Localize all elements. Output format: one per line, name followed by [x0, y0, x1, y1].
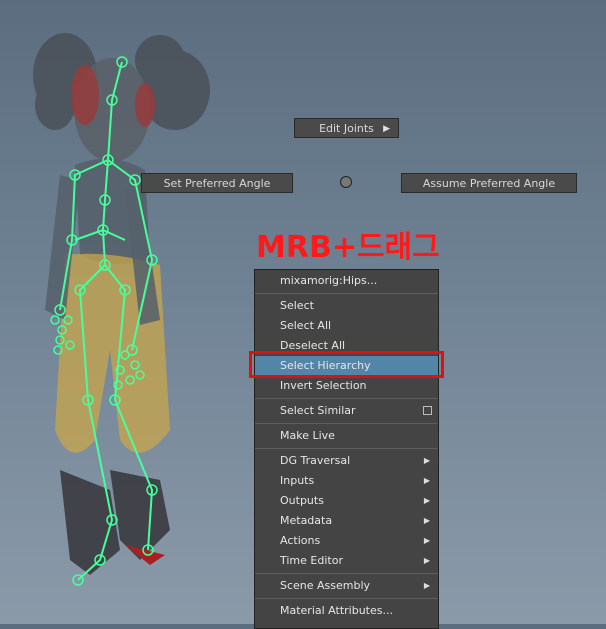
submenu-arrow-icon: ▶ [423, 581, 430, 590]
menu-item-scene-assembly[interactable]: Scene Assembly ▶ [255, 576, 438, 596]
menu-title[interactable]: mixamorig:Hips... [255, 271, 438, 291]
submenu-arrow-icon: ▶ [423, 496, 430, 505]
annotation-text: MRB+드래그 [256, 230, 440, 265]
menu-item-invert-selection[interactable]: Invert Selection [255, 376, 438, 396]
menu-item-time-editor[interactable]: Time Editor ▶ [255, 551, 438, 571]
menu-item-label: Outputs [280, 494, 324, 507]
submenu-arrow-icon: ▶ [383, 124, 390, 134]
divider [255, 398, 438, 399]
menu-item-label: Inputs [280, 474, 315, 487]
divider [255, 448, 438, 449]
assume-preferred-angle-label: Assume Preferred Angle [422, 177, 556, 190]
submenu-arrow-icon: ▶ [423, 476, 430, 485]
option-box-icon[interactable] [423, 406, 432, 415]
menu-item-actions[interactable]: Actions ▶ [255, 531, 438, 551]
menu-item-label: Scene Assembly [280, 579, 371, 592]
menu-item-label: Invert Selection [280, 379, 367, 392]
marking-menu-center-icon [340, 176, 352, 188]
menu-item-material-attributes[interactable]: Material Attributes... [255, 601, 438, 621]
menu-item-select-similar[interactable]: Select Similar [255, 401, 438, 421]
menu-title-label: mixamorig:Hips... [280, 274, 378, 287]
menu-item-label: Metadata [280, 514, 333, 527]
menu-item-label: DG Traversal [280, 454, 351, 467]
divider [255, 598, 438, 599]
menu-item-outputs[interactable]: Outputs ▶ [255, 491, 438, 511]
menu-item-inputs[interactable]: Inputs ▶ [255, 471, 438, 491]
submenu-arrow-icon: ▶ [423, 456, 430, 465]
menu-item-label: Make Live [280, 429, 335, 442]
menu-item-make-live[interactable]: Make Live [255, 426, 438, 446]
menu-item-label: Material Attributes... [280, 604, 393, 617]
divider [255, 573, 438, 574]
set-preferred-angle-label: Set Preferred Angle [163, 177, 271, 190]
menu-item-metadata[interactable]: Metadata ▶ [255, 511, 438, 531]
highlight-annotation-box [249, 351, 444, 378]
context-menu: mixamorig:Hips... Select Select All Dese… [254, 269, 439, 629]
edit-joints-label: Edit Joints [319, 122, 374, 135]
edit-joints-button[interactable]: Edit Joints ▶ [294, 118, 399, 138]
submenu-arrow-icon: ▶ [423, 516, 430, 525]
menu-item-label: Select Similar [280, 404, 356, 417]
menu-item-label: Time Editor [280, 554, 343, 567]
menu-item-label: Select All [280, 319, 332, 332]
menu-item-label: Actions [280, 534, 321, 547]
divider [255, 423, 438, 424]
submenu-arrow-icon: ▶ [423, 536, 430, 545]
assume-preferred-angle-button[interactable]: Assume Preferred Angle [401, 173, 577, 193]
menu-item-select-all[interactable]: Select All [255, 316, 438, 336]
menu-item-label: Select [280, 299, 314, 312]
menu-item-select[interactable]: Select [255, 296, 438, 316]
submenu-arrow-icon: ▶ [423, 556, 430, 565]
set-preferred-angle-button[interactable]: Set Preferred Angle [141, 173, 293, 193]
maya-viewport[interactable]: Edit Joints ▶ Set Preferred Angle Assume… [0, 0, 606, 629]
divider [255, 293, 438, 294]
menu-item-dg-traversal[interactable]: DG Traversal ▶ [255, 451, 438, 471]
